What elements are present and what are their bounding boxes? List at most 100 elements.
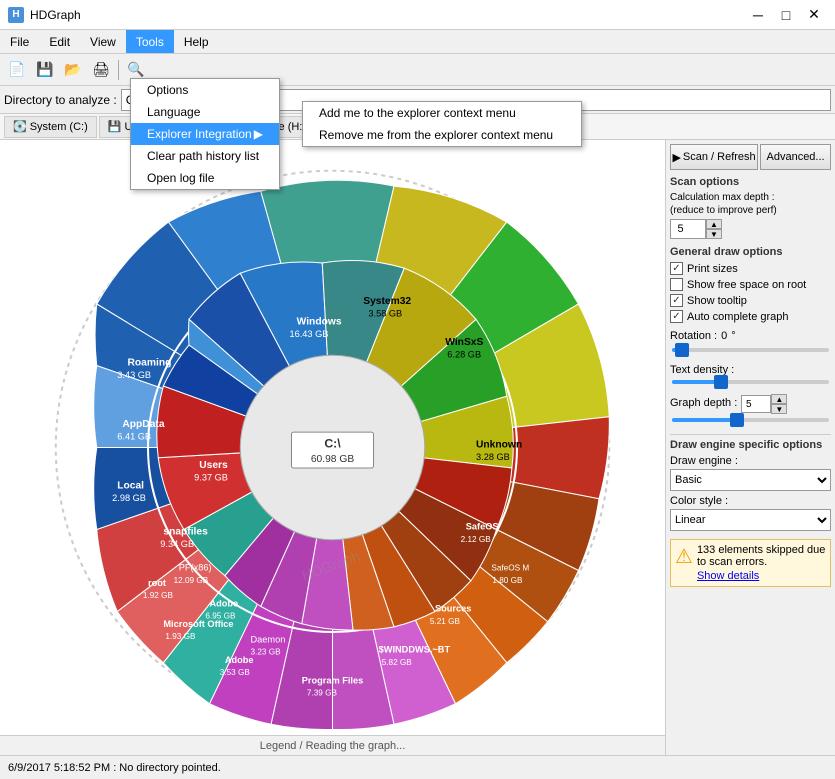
graph-depth-up[interactable]: ▲ [771, 394, 787, 404]
maximize-button[interactable]: □ [773, 5, 799, 25]
svg-text:Users: Users [199, 460, 228, 471]
menu-edit[interactable]: Edit [39, 30, 80, 53]
calc-depth-row: ▲ ▼ [670, 219, 831, 239]
dirbar-label: Directory to analyze : [4, 93, 117, 107]
rotation-container: Rotation : 0 ° [670, 330, 831, 356]
menu-clear-path[interactable]: Clear path history list [131, 145, 279, 167]
menu-explorer-integration[interactable]: Explorer Integration ▶ [131, 123, 279, 145]
explorer-submenu: Add me to the explorer context menu Remo… [302, 101, 582, 147]
menu-file[interactable]: File [0, 30, 39, 53]
draw-engine-section: Draw engine specific options Draw engine… [670, 434, 831, 531]
scan-refresh-button[interactable]: ▶ Scan / Refresh [670, 144, 758, 170]
print-sizes-checkbox[interactable] [670, 262, 683, 275]
svg-text:1.80 GB: 1.80 GB [492, 576, 523, 585]
close-button[interactable]: ✕ [801, 5, 827, 25]
graph-depth-track [672, 418, 829, 422]
svg-text:Daemon: Daemon [251, 634, 286, 644]
graph-depth-down[interactable]: ▼ [771, 404, 787, 414]
graph-depth-thumb[interactable] [730, 413, 744, 427]
show-details-link[interactable]: Show details [697, 570, 759, 582]
warning-icon: ⚠ [675, 544, 693, 582]
svg-text:Adobe: Adobe [210, 598, 239, 608]
graph-area[interactable]: C:\ 60.98 GB Roaming 3.43 GB AppData 6.4… [0, 140, 665, 755]
drive-tab-c[interactable]: 💽 System (C:) [4, 116, 97, 138]
graph-depth-container: Graph depth : ▲ ▼ [670, 394, 831, 426]
rotation-track [672, 348, 829, 352]
menu-options[interactable]: Options [131, 79, 279, 101]
statusbar: 6/9/2017 5:18:52 PM : No directory point… [0, 755, 835, 779]
legend-bar: Legend / Reading the graph... [0, 735, 665, 755]
svg-text:6.28 GB: 6.28 GB [447, 349, 481, 359]
show-free-space-checkbox[interactable] [670, 278, 683, 291]
svg-text:2.98 GB: 2.98 GB [112, 493, 146, 503]
calc-depth-label: Calculation max depth : [670, 192, 831, 203]
menu-view[interactable]: View [80, 30, 126, 53]
tools-menu: Options Language Explorer Integration ▶ … [130, 78, 280, 190]
show-tooltip-label: Show tooltip [687, 295, 747, 307]
minimize-button[interactable]: ─ [745, 5, 771, 25]
svg-text:6.95 GB: 6.95 GB [205, 612, 236, 621]
svg-text:root: root [148, 578, 166, 588]
svg-text:PF(x86): PF(x86) [179, 563, 212, 573]
text-density-track [672, 380, 829, 384]
scan-btn-row: ▶ Scan / Refresh Advanced... [670, 144, 831, 170]
svg-text:Roaming: Roaming [128, 358, 172, 369]
svg-text:$WINDDWS.~BT: $WINDDWS.~BT [379, 645, 451, 655]
status-text: 6/9/2017 5:18:52 PM : No directory point… [8, 762, 221, 774]
menu-language[interactable]: Language [131, 101, 279, 123]
graph-depth-spinbox[interactable]: ▲ ▼ [741, 394, 787, 414]
engine-dropdown-wrapper: Basic GDI+ Direct2D [670, 469, 831, 491]
menu-help[interactable]: Help [174, 30, 219, 53]
titlebar: H HDGraph ─ □ ✕ [0, 0, 835, 30]
auto-complete-row: Auto complete graph [670, 310, 831, 323]
warning-content: 133 elements skipped due to scan errors.… [697, 544, 826, 582]
svg-text:3.58 GB: 3.58 GB [368, 308, 402, 318]
app-icon: H [8, 7, 24, 23]
svg-text:snapfiles: snapfiles [163, 527, 208, 538]
svg-text:Adobe: Adobe [225, 655, 254, 665]
auto-complete-checkbox[interactable] [670, 310, 683, 323]
menu-tools[interactable]: Tools [126, 30, 174, 53]
calc-depth-spinbox[interactable]: ▲ ▼ [670, 219, 722, 239]
svg-text:Windows: Windows [297, 317, 342, 328]
svg-text:12.09 GB: 12.09 GB [174, 576, 209, 585]
save-button[interactable]: 💾 [32, 57, 58, 83]
print-button[interactable]: 🖨 [88, 57, 114, 83]
svg-text:SafeOS: SafeOS [466, 522, 499, 532]
svg-text:16.43 GB: 16.43 GB [289, 329, 328, 339]
rotation-value: 0 [721, 330, 727, 342]
calc-depth-sublabel: (reduce to improve perf) [670, 205, 831, 216]
advanced-button[interactable]: Advanced... [760, 144, 831, 170]
calc-depth-up[interactable]: ▲ [706, 219, 722, 229]
scan-options-title: Scan options [670, 176, 831, 188]
calc-depth-down[interactable]: ▼ [706, 229, 722, 239]
menu-open-log[interactable]: Open log file [131, 167, 279, 189]
add-to-context-menu[interactable]: Add me to the explorer context menu [303, 102, 581, 124]
svg-text:3.43 GB: 3.43 GB [117, 370, 151, 380]
svg-text:Program Files: Program Files [302, 675, 363, 685]
right-panel: ▶ Scan / Refresh Advanced... Scan option… [665, 140, 835, 755]
calc-depth-input[interactable] [670, 219, 706, 239]
svg-text:5.21 GB: 5.21 GB [430, 617, 461, 626]
svg-text:9.34 GB: 9.34 GB [160, 539, 194, 549]
graph-depth-label: Graph depth : [670, 397, 737, 409]
color-style-select[interactable]: Linear Random Spectrum [670, 509, 831, 531]
color-style-dropdown-wrapper: Linear Random Spectrum [670, 509, 831, 531]
graph-depth-input[interactable] [741, 395, 771, 413]
open-button[interactable]: 📂 [60, 57, 86, 83]
engine-select[interactable]: Basic GDI+ Direct2D [670, 469, 831, 491]
rotation-thumb[interactable] [675, 343, 689, 357]
svg-text:C:\: C:\ [324, 437, 341, 451]
new-button[interactable]: 📄 [4, 57, 30, 83]
print-sizes-row: Print sizes [670, 262, 831, 275]
remove-from-context-menu[interactable]: Remove me from the explorer context menu [303, 124, 581, 146]
show-tooltip-checkbox[interactable] [670, 294, 683, 307]
color-style-label: Color style : [670, 495, 831, 507]
disk-graph: C:\ 60.98 GB Roaming 3.43 GB AppData 6.4… [0, 140, 665, 755]
text-density-thumb[interactable] [714, 375, 728, 389]
svg-text:WinSxS: WinSxS [445, 337, 483, 348]
rotation-label: Rotation : [670, 330, 717, 342]
svg-text:9.37 GB: 9.37 GB [194, 472, 228, 482]
svg-text:AppData: AppData [122, 419, 164, 430]
print-sizes-label: Print sizes [687, 263, 738, 275]
